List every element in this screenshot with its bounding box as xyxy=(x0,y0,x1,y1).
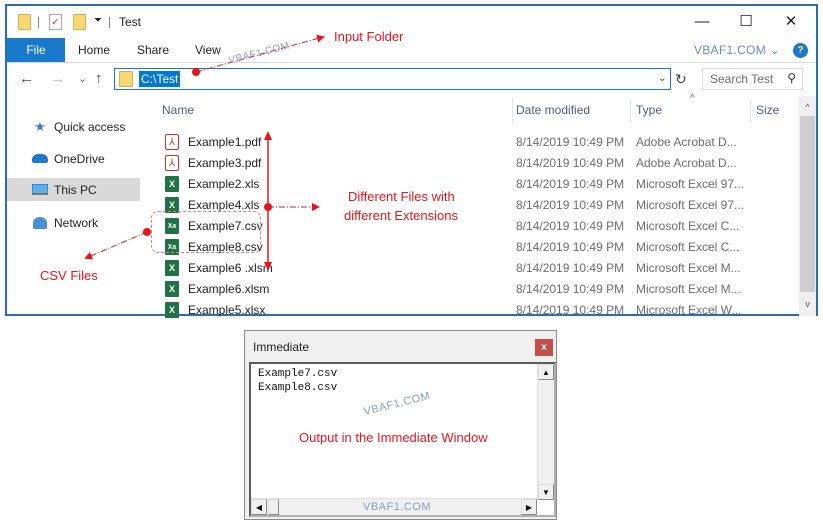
annotation-different-files-line2: different Extensions xyxy=(344,208,458,223)
scrollbar-thumb[interactable] xyxy=(268,499,279,515)
scroll-down-icon[interactable]: ▼ xyxy=(538,484,554,500)
footer-watermark: VBAF1.COM xyxy=(363,501,432,513)
annotation-output: Output in the Immediate Window xyxy=(299,430,488,445)
files-range-arrow xyxy=(264,131,320,271)
immediate-window: Immediate x Example7.csv Example8.csv VB… xyxy=(244,330,557,520)
scroll-left-icon[interactable]: ◀ xyxy=(251,499,267,515)
scroll-right-icon[interactable]: ▶ xyxy=(521,499,537,515)
csv-files-arrow xyxy=(84,228,151,260)
horizontal-scrollbar[interactable]: ◀ VBAF1.COM ▶ xyxy=(251,498,537,515)
close-button[interactable]: x xyxy=(535,339,553,356)
annotation-different-files-line1: Different Files with xyxy=(348,189,455,204)
immediate-output[interactable]: Example7.csv Example8.csv VBAF1.COM Outp… xyxy=(249,362,556,517)
scroll-up-icon[interactable]: ▲ xyxy=(538,364,554,380)
output-line: Example7.csv xyxy=(258,368,338,380)
annotation-input-folder: Input Folder xyxy=(334,29,404,44)
immediate-title: Immediate xyxy=(253,340,310,354)
annotation-csv-files: CSV Files xyxy=(40,268,98,283)
vertical-scrollbar[interactable]: ▲ ▼ xyxy=(537,364,554,500)
output-line: Example8.csv xyxy=(258,382,338,394)
watermark: VBAF1.COM xyxy=(362,389,432,419)
csv-highlight-box xyxy=(151,211,261,253)
